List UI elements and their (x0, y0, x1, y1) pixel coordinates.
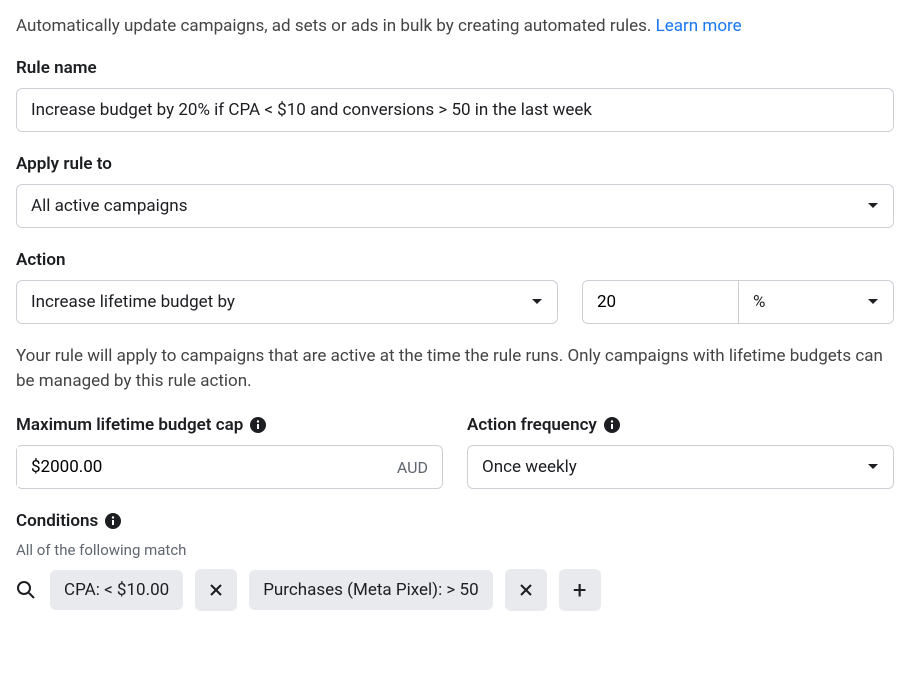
action-value: Increase lifetime budget by (31, 292, 235, 312)
remove-condition-button[interactable] (505, 569, 547, 611)
action-amount-input[interactable] (583, 281, 738, 323)
intro-text: Automatically update campaigns, ad sets … (16, 16, 894, 36)
budget-cap-label-text: Maximum lifetime budget cap (16, 415, 243, 435)
frequency-select[interactable]: Once weekly (467, 445, 894, 489)
frequency-value: Once weekly (482, 457, 577, 477)
remove-condition-button[interactable] (195, 569, 237, 611)
apply-to-select[interactable]: All active campaigns (16, 184, 894, 228)
search-icon[interactable] (16, 580, 38, 600)
apply-to-value: All active campaigns (31, 196, 187, 216)
action-unit-select[interactable]: % (738, 281, 893, 323)
action-note: Your rule will apply to campaigns that a… (16, 344, 894, 393)
chevron-down-icon (867, 202, 879, 210)
conditions-label-text: Conditions (16, 511, 98, 531)
action-label: Action (16, 250, 894, 270)
chevron-down-icon (531, 298, 543, 306)
conditions-label: Conditions (16, 511, 894, 531)
info-icon[interactable] (104, 512, 122, 530)
intro-body: Automatically update campaigns, ad sets … (16, 16, 656, 36)
add-condition-button[interactable]: + (559, 569, 601, 611)
info-icon[interactable] (249, 416, 267, 434)
action-select[interactable]: Increase lifetime budget by (16, 280, 558, 324)
chevron-down-icon (867, 298, 879, 306)
budget-cap-currency: AUD (397, 458, 428, 477)
learn-more-link[interactable]: Learn more (656, 16, 742, 36)
rule-name-label: Rule name (16, 58, 894, 78)
action-unit-value: % (753, 292, 765, 312)
rule-name-input[interactable] (16, 88, 894, 132)
conditions-sub: All of the following match (16, 541, 894, 559)
budget-cap-label: Maximum lifetime budget cap (16, 415, 443, 435)
frequency-label: Action frequency (467, 415, 894, 435)
info-icon[interactable] (603, 416, 621, 434)
budget-cap-input[interactable] (17, 447, 397, 487)
condition-chip[interactable]: Purchases (Meta Pixel): > 50 (249, 570, 492, 610)
condition-chip[interactable]: CPA: < $10.00 (50, 570, 183, 610)
apply-to-label: Apply rule to (16, 154, 894, 174)
frequency-label-text: Action frequency (467, 415, 597, 435)
chevron-down-icon (867, 463, 879, 471)
